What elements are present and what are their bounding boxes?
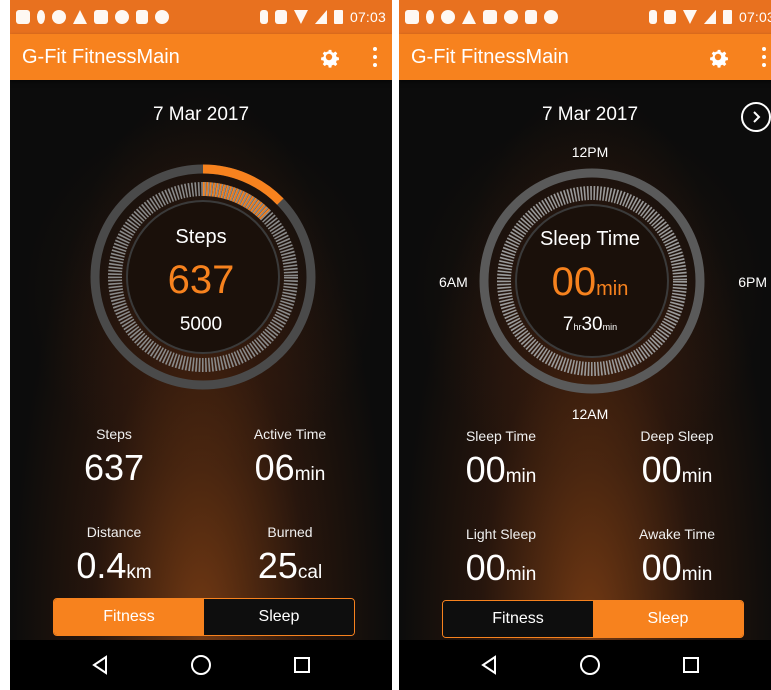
ring-steps-value: 637 <box>167 258 235 302</box>
notification-icon <box>405 10 419 24</box>
date-label: 7 Mar 2017 <box>152 104 250 125</box>
back-icon[interactable] <box>474 650 504 680</box>
tab-fitness[interactable]: Fitness <box>54 599 204 635</box>
overflow-menu-icon[interactable] <box>761 47 767 67</box>
android-icon <box>155 10 169 24</box>
stat-value: 00min <box>465 449 537 490</box>
status-time: 07:03 <box>349 9 386 25</box>
stat-value: 637 <box>83 447 145 488</box>
mode-tabs: Fitness Sleep <box>53 598 355 636</box>
chevron-right-icon <box>753 111 761 123</box>
wifi-icon <box>682 10 697 24</box>
status-bar: 07:03 <box>10 0 392 34</box>
app-title: G-Fit FitnessMain <box>411 45 569 68</box>
tab-sleep[interactable]: Sleep <box>593 601 743 637</box>
ring-title: Steps <box>175 226 227 248</box>
signal-icon <box>703 10 716 24</box>
gallery-icon <box>483 10 497 24</box>
mic-icon <box>426 10 434 24</box>
system-nav-bar <box>399 640 771 690</box>
stat-burned: Burned 25cal <box>210 524 370 593</box>
home-icon[interactable] <box>186 650 216 680</box>
tab-fitness[interactable]: Fitness <box>443 601 593 637</box>
stat-value: 00min <box>641 449 713 490</box>
next-day-button[interactable] <box>741 102 771 132</box>
stat-label: Distance <box>86 524 142 540</box>
bluetooth-icon <box>648 10 657 24</box>
ring-steps-goal: 5000 <box>179 314 223 335</box>
vibrate-icon <box>274 10 287 24</box>
system-nav-bar <box>10 640 392 690</box>
battery-icon <box>333 10 343 24</box>
stat-awake-time: Awake Time 00min <box>597 526 757 595</box>
home-icon[interactable] <box>575 650 605 680</box>
clock-label-12am: 12AM <box>571 406 609 422</box>
stat-value: 00min <box>641 547 713 588</box>
stat-steps: Steps 637 <box>34 426 194 495</box>
gear-icon[interactable] <box>316 44 342 70</box>
sleep-content: 7 Mar 2017 12PM 6AM 6PM 12AM Sleep Time … <box>399 80 771 640</box>
stat-deep-sleep: Deep Sleep 00min <box>597 428 757 497</box>
status-bar: 07:03 <box>399 0 771 34</box>
alert-icon <box>462 10 476 24</box>
bluetooth-icon <box>259 10 268 24</box>
ring-sleep-goal: 7hr30min <box>562 314 618 335</box>
stat-label: Light Sleep <box>465 526 537 542</box>
alert-icon <box>73 10 87 24</box>
stat-label: Sleep Time <box>465 428 537 444</box>
date-label: 7 Mar 2017 <box>541 104 639 125</box>
stat-label: Active Time <box>253 426 327 442</box>
vibrate-icon <box>663 10 676 24</box>
tab-sleep[interactable]: Sleep <box>204 599 354 635</box>
mode-tabs: Fitness Sleep <box>442 600 744 638</box>
stat-label: Awake Time <box>639 526 715 542</box>
stat-sleep-time: Sleep Time 00min <box>421 428 581 497</box>
android-icon <box>544 10 558 24</box>
battery-icon <box>722 10 732 24</box>
stat-label: Burned <box>267 524 313 540</box>
fitness-screen: 07:03 G-Fit FitnessMain 7 Mar 2017 Steps… <box>10 0 392 690</box>
screenshot-stage: 07:03 G-Fit FitnessMain 7 Mar 2017 Steps… <box>0 0 771 690</box>
app-bar: G-Fit FitnessMain <box>399 34 771 80</box>
ring-sleep-value: 00min <box>551 260 629 304</box>
overflow-menu-icon[interactable] <box>372 47 378 67</box>
ring-title: Sleep Time <box>539 228 641 250</box>
tools-icon <box>525 10 537 24</box>
clock-label-12pm: 12PM <box>571 144 609 160</box>
stat-active-time: Active Time 06min <box>210 426 370 495</box>
gear-icon[interactable] <box>705 44 731 70</box>
whatsapp-icon <box>504 10 518 24</box>
messenger-icon <box>52 10 66 24</box>
stat-light-sleep: Light Sleep 00min <box>421 526 581 595</box>
stat-value: 25cal <box>257 545 323 586</box>
whatsapp-icon <box>115 10 129 24</box>
messenger-icon <box>441 10 455 24</box>
signal-icon <box>314 10 327 24</box>
stat-value: 0.4km <box>76 545 152 586</box>
wifi-icon <box>293 10 308 24</box>
fitness-content: 7 Mar 2017 Steps 637 5000 Steps 637 Acti… <box>10 80 392 640</box>
mic-icon <box>37 10 45 24</box>
stat-label: Steps <box>96 426 132 442</box>
stat-distance: Distance 0.4km <box>34 524 194 593</box>
app-title: G-Fit FitnessMain <box>22 45 180 68</box>
gallery-icon <box>94 10 108 24</box>
notification-icon <box>16 10 30 24</box>
status-time: 07:03 <box>738 9 771 25</box>
sleep-screen: 07:03 G-Fit FitnessMain 7 Mar 2017 12PM … <box>399 0 771 690</box>
app-bar: G-Fit FitnessMain <box>10 34 392 80</box>
stat-value: 06min <box>254 447 326 488</box>
stat-value: 00min <box>465 547 537 588</box>
recents-icon[interactable] <box>676 650 706 680</box>
stat-label: Deep Sleep <box>640 428 714 444</box>
recents-icon[interactable] <box>287 650 317 680</box>
back-icon[interactable] <box>85 650 115 680</box>
tools-icon <box>136 10 148 24</box>
